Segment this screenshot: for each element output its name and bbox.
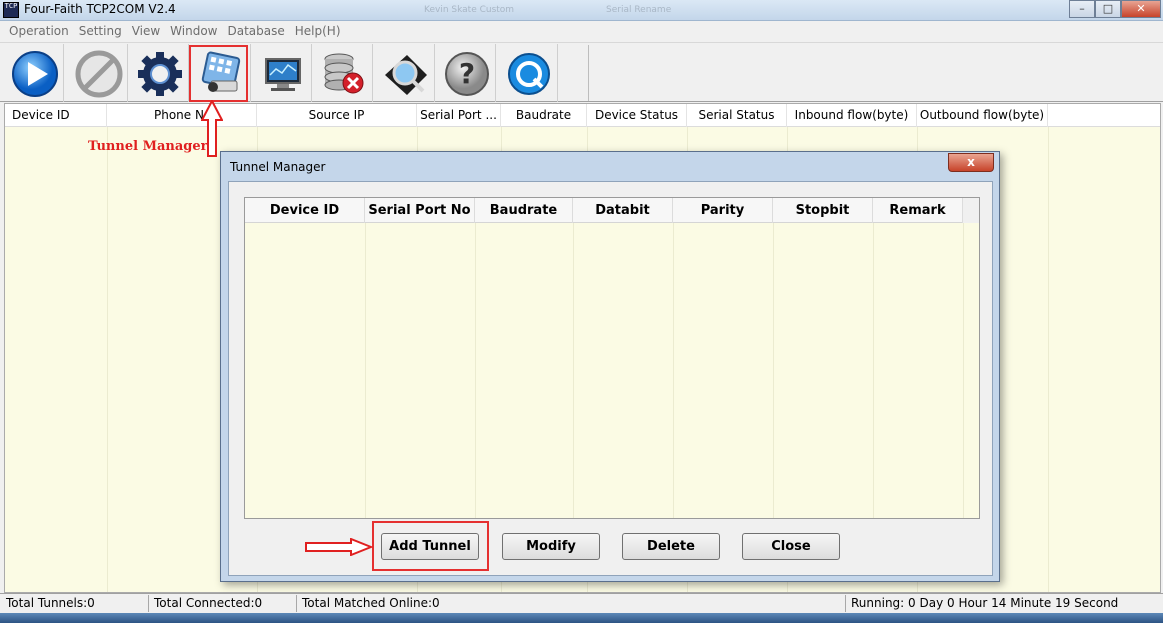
tunnel-manager-dialog: Tunnel Manager x Device ID Serial Port N… bbox=[220, 151, 1000, 582]
help-button[interactable]: ? bbox=[436, 44, 496, 102]
delete-database-button[interactable] bbox=[313, 44, 373, 102]
grid-line bbox=[475, 223, 476, 518]
column-stopbit[interactable]: Stopbit bbox=[773, 198, 873, 223]
status-divider bbox=[296, 595, 297, 612]
stop-button[interactable] bbox=[68, 44, 128, 102]
start-button[interactable] bbox=[4, 44, 64, 102]
minimize-button[interactable]: – bbox=[1069, 0, 1095, 18]
device-list-header: Device ID Phone No Source IP Serial Port… bbox=[5, 104, 1160, 127]
status-bar: Total Tunnels:0 Total Connected:0 Total … bbox=[0, 593, 1163, 613]
status-total-tunnels: Total Tunnels:0 bbox=[6, 596, 95, 610]
taskbar bbox=[0, 613, 1163, 623]
background-window-title: Serial Rename bbox=[606, 5, 672, 15]
column-baudrate[interactable]: Baudrate bbox=[501, 104, 587, 127]
tunnel-list-header: Device ID Serial Port No Baudrate Databi… bbox=[245, 198, 979, 223]
dialog-title: Tunnel Manager bbox=[230, 160, 326, 174]
tunnel-list[interactable]: Device ID Serial Port No Baudrate Databi… bbox=[244, 197, 980, 519]
dialog-content: Device ID Serial Port No Baudrate Databi… bbox=[228, 181, 993, 576]
annotation-box-tunnel-manager bbox=[189, 45, 248, 102]
close-button[interactable]: Close bbox=[742, 533, 840, 560]
magnifier-icon bbox=[385, 55, 427, 95]
menu-operation[interactable]: Operation bbox=[4, 22, 74, 42]
question-icon: ? bbox=[445, 52, 489, 96]
stop-icon bbox=[75, 50, 123, 98]
menu-window[interactable]: Window bbox=[165, 22, 222, 42]
column-databit[interactable]: Databit bbox=[573, 198, 673, 223]
window-controls: – □ ✕ bbox=[1069, 0, 1161, 18]
column-inbound-flow[interactable]: Inbound flow(byte) bbox=[787, 104, 917, 127]
database-delete-icon bbox=[324, 53, 364, 94]
menu-bar: Operation Setting View Window Database H… bbox=[0, 22, 1163, 42]
column-remark[interactable]: Remark bbox=[873, 198, 963, 223]
grid-line bbox=[1048, 127, 1049, 592]
toolbar-separator bbox=[588, 45, 589, 101]
column-baudrate[interactable]: Baudrate bbox=[475, 198, 573, 223]
column-serial-port[interactable]: Serial Port ... bbox=[417, 104, 501, 127]
grid-line bbox=[963, 223, 964, 518]
status-divider bbox=[148, 595, 149, 612]
status-divider bbox=[845, 595, 846, 612]
grid-line bbox=[107, 127, 108, 592]
refresh-icon bbox=[508, 53, 550, 95]
grid-line bbox=[573, 223, 574, 518]
column-serial-port-no[interactable]: Serial Port No bbox=[365, 198, 475, 223]
settings-button[interactable] bbox=[129, 44, 189, 102]
modify-button[interactable]: Modify bbox=[502, 533, 600, 560]
column-device-id[interactable]: Device ID bbox=[245, 198, 365, 223]
status-total-connected: Total Connected:0 bbox=[154, 596, 263, 610]
header-filler bbox=[963, 198, 979, 223]
column-phone-no[interactable]: Phone No bbox=[107, 104, 257, 127]
menu-database[interactable]: Database bbox=[223, 22, 290, 42]
play-icon bbox=[12, 51, 58, 97]
annotation-box-add-tunnel bbox=[372, 521, 489, 571]
column-source-ip[interactable]: Source IP bbox=[257, 104, 417, 127]
maximize-button[interactable]: □ bbox=[1095, 0, 1121, 18]
grid-line bbox=[873, 223, 874, 518]
column-outbound-flow[interactable]: Outbound flow(byte) bbox=[917, 104, 1048, 127]
status-running-time: Running: 0 Day 0 Hour 14 Minute 19 Secon… bbox=[851, 596, 1119, 610]
gear-icon bbox=[138, 52, 182, 96]
column-device-status[interactable]: Device Status bbox=[587, 104, 687, 127]
window-title: Four-Faith TCP2COM V2.4 bbox=[24, 2, 176, 16]
monitor-button[interactable] bbox=[252, 44, 312, 102]
column-serial-status[interactable]: Serial Status bbox=[687, 104, 787, 127]
column-device-id[interactable]: Device ID bbox=[5, 104, 107, 127]
annotation-right-arrow-icon bbox=[305, 538, 373, 556]
column-parity[interactable]: Parity bbox=[673, 198, 773, 223]
about-button[interactable] bbox=[498, 44, 558, 102]
annotation-label: Tunnel Manager bbox=[88, 139, 208, 154]
menu-help[interactable]: Help(H) bbox=[290, 22, 346, 42]
app-icon: TCP bbox=[3, 2, 19, 18]
delete-button[interactable]: Delete bbox=[622, 533, 720, 560]
close-window-button[interactable]: ✕ bbox=[1121, 0, 1161, 18]
dialog-close-button[interactable]: x bbox=[948, 153, 994, 172]
status-total-matched-online: Total Matched Online:0 bbox=[302, 596, 440, 610]
monitor-icon bbox=[265, 58, 301, 91]
menu-setting[interactable]: Setting bbox=[74, 22, 127, 42]
title-bar: TCP Four-Faith TCP2COM V2.4 Kevin Skate … bbox=[0, 0, 1163, 21]
background-window-title: Kevin Skate Custom bbox=[424, 5, 515, 15]
grid-line bbox=[673, 223, 674, 518]
search-button[interactable] bbox=[375, 44, 435, 102]
svg-text:?: ? bbox=[459, 57, 475, 90]
grid-line bbox=[365, 223, 366, 518]
menu-view[interactable]: View bbox=[127, 22, 165, 42]
grid-line bbox=[773, 223, 774, 518]
toolbar: ? bbox=[0, 42, 1163, 102]
